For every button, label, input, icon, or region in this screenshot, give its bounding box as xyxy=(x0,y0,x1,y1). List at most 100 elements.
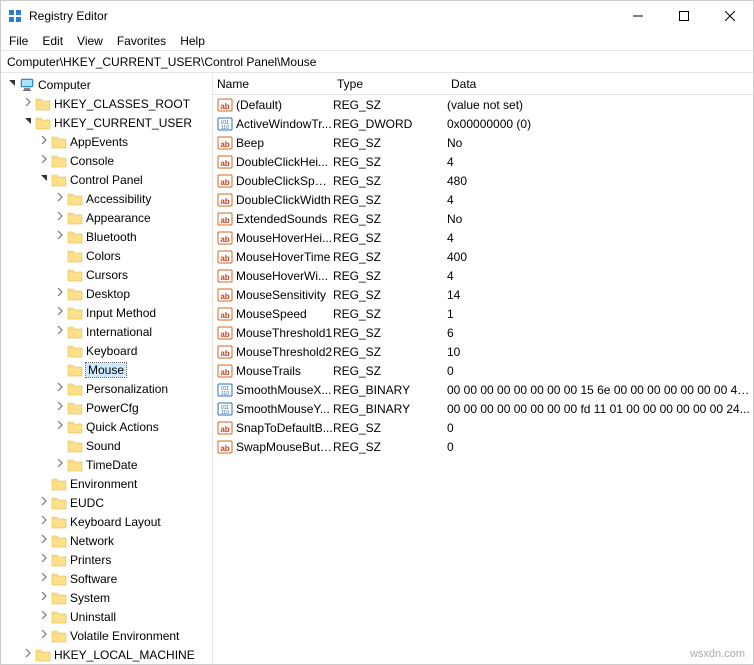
menu-view[interactable]: View xyxy=(77,34,103,48)
tree-item-computer[interactable]: Computer xyxy=(1,75,212,94)
value-row[interactable]: ActiveWindowTr...REG_DWORD0x00000000 (0) xyxy=(213,114,753,133)
expand-icon[interactable] xyxy=(53,212,67,223)
value-row[interactable]: SmoothMouseY...REG_BINARY00 00 00 00 00 … xyxy=(213,399,753,418)
value-row[interactable]: MouseThreshold1REG_SZ6 xyxy=(213,323,753,342)
tree-item-desktop[interactable]: Desktop xyxy=(1,284,212,303)
expand-icon[interactable] xyxy=(37,535,51,546)
value-row[interactable]: MouseHoverHei...REG_SZ4 xyxy=(213,228,753,247)
value-row[interactable]: MouseSpeedREG_SZ1 xyxy=(213,304,753,323)
expand-icon[interactable] xyxy=(53,193,67,204)
tree-item-mouse[interactable]: Mouse xyxy=(1,360,212,379)
list-header[interactable]: Name Type Data xyxy=(213,73,753,95)
tree-item-colors[interactable]: Colors xyxy=(1,246,212,265)
string-value-icon xyxy=(217,268,233,284)
value-row[interactable]: MouseHoverTimeREG_SZ400 xyxy=(213,247,753,266)
value-row[interactable]: SnapToDefaultB...REG_SZ0 xyxy=(213,418,753,437)
column-name[interactable]: Name xyxy=(213,77,333,91)
tree-item-hkey-current-user[interactable]: HKEY_CURRENT_USER xyxy=(1,113,212,132)
expand-icon[interactable] xyxy=(37,136,51,147)
tree-item-hkey-local-machine[interactable]: HKEY_LOCAL_MACHINE xyxy=(1,645,212,664)
value-type: REG_SZ xyxy=(333,288,447,302)
value-row[interactable]: SwapMouseButt...REG_SZ0 xyxy=(213,437,753,456)
collapse-icon[interactable] xyxy=(21,117,35,128)
value-row[interactable]: DoubleClickWidthREG_SZ4 xyxy=(213,190,753,209)
value-type: REG_SZ xyxy=(333,440,447,454)
tree-item-eudc[interactable]: EUDC xyxy=(1,493,212,512)
close-button[interactable] xyxy=(707,1,753,31)
expand-icon[interactable] xyxy=(21,649,35,660)
value-row[interactable]: MouseSensitivityREG_SZ14 xyxy=(213,285,753,304)
value-row[interactable]: MouseTrailsREG_SZ0 xyxy=(213,361,753,380)
expand-icon[interactable] xyxy=(53,231,67,242)
maximize-button[interactable] xyxy=(661,1,707,31)
tree-item-system[interactable]: System xyxy=(1,588,212,607)
tree-item-quick-actions[interactable]: Quick Actions xyxy=(1,417,212,436)
tree-item-volatile-environment[interactable]: Volatile Environment xyxy=(1,626,212,645)
tree-item-console[interactable]: Console xyxy=(1,151,212,170)
tree-item-input-method[interactable]: Input Method xyxy=(1,303,212,322)
tree-item-keyboard-layout[interactable]: Keyboard Layout xyxy=(1,512,212,531)
string-value-icon xyxy=(217,173,233,189)
menu-favorites[interactable]: Favorites xyxy=(117,34,166,48)
value-row[interactable]: ExtendedSoundsREG_SZNo xyxy=(213,209,753,228)
value-row[interactable]: DoubleClickHei...REG_SZ4 xyxy=(213,152,753,171)
expand-icon[interactable] xyxy=(53,383,67,394)
value-row[interactable]: DoubleClickSpeedREG_SZ480 xyxy=(213,171,753,190)
list-pane[interactable]: Name Type Data (Default)REG_SZ(value not… xyxy=(213,73,753,664)
tree-item-keyboard[interactable]: Keyboard xyxy=(1,341,212,360)
value-row[interactable]: BeepREG_SZNo xyxy=(213,133,753,152)
tree-item-sound[interactable]: Sound xyxy=(1,436,212,455)
expand-icon[interactable] xyxy=(37,573,51,584)
expand-icon[interactable] xyxy=(37,611,51,622)
column-type[interactable]: Type xyxy=(333,77,447,91)
value-row[interactable]: MouseHoverWi...REG_SZ4 xyxy=(213,266,753,285)
expand-icon[interactable] xyxy=(53,307,67,318)
minimize-button[interactable] xyxy=(615,1,661,31)
tree-item-environment[interactable]: Environment xyxy=(1,474,212,493)
tree-item-powercfg[interactable]: PowerCfg xyxy=(1,398,212,417)
tree-item-printers[interactable]: Printers xyxy=(1,550,212,569)
tree-item-appearance[interactable]: Appearance xyxy=(1,208,212,227)
binary-value-icon xyxy=(217,116,233,132)
expand-icon[interactable] xyxy=(37,592,51,603)
tree-label: EUDC xyxy=(70,496,104,510)
expand-icon[interactable] xyxy=(21,98,35,109)
menu-file[interactable]: File xyxy=(9,34,28,48)
value-row[interactable]: SmoothMouseX...REG_BINARY00 00 00 00 00 … xyxy=(213,380,753,399)
expand-icon[interactable] xyxy=(53,288,67,299)
menu-help[interactable]: Help xyxy=(180,34,205,48)
tree-item-cursors[interactable]: Cursors xyxy=(1,265,212,284)
value-row[interactable]: (Default)REG_SZ(value not set) xyxy=(213,95,753,114)
tree-item-bluetooth[interactable]: Bluetooth xyxy=(1,227,212,246)
tree-item-personalization[interactable]: Personalization xyxy=(1,379,212,398)
value-type: REG_SZ xyxy=(333,174,447,188)
tree-item-network[interactable]: Network xyxy=(1,531,212,550)
tree-item-timedate[interactable]: TimeDate xyxy=(1,455,212,474)
collapse-icon[interactable] xyxy=(37,174,51,185)
tree-item-software[interactable]: Software xyxy=(1,569,212,588)
expand-icon[interactable] xyxy=(53,402,67,413)
expand-icon[interactable] xyxy=(37,630,51,641)
menu-edit[interactable]: Edit xyxy=(42,34,63,48)
collapse-icon[interactable] xyxy=(5,79,19,90)
tree-item-hkey-classes-root[interactable]: HKEY_CLASSES_ROOT xyxy=(1,94,212,113)
expand-icon[interactable] xyxy=(37,497,51,508)
tree-item-appevents[interactable]: AppEvents xyxy=(1,132,212,151)
tree-label: Cursors xyxy=(86,268,128,282)
expand-icon[interactable] xyxy=(37,155,51,166)
tree-pane[interactable]: ComputerHKEY_CLASSES_ROOTHKEY_CURRENT_US… xyxy=(1,73,213,664)
expand-icon[interactable] xyxy=(53,459,67,470)
titlebar[interactable]: Registry Editor xyxy=(1,1,753,31)
tree-item-accessibility[interactable]: Accessibility xyxy=(1,189,212,208)
expand-icon[interactable] xyxy=(37,554,51,565)
expand-icon[interactable] xyxy=(37,516,51,527)
value-type: REG_SZ xyxy=(333,136,447,150)
expand-icon[interactable] xyxy=(53,326,67,337)
tree-item-international[interactable]: International xyxy=(1,322,212,341)
tree-item-uninstall[interactable]: Uninstall xyxy=(1,607,212,626)
value-row[interactable]: MouseThreshold2REG_SZ10 xyxy=(213,342,753,361)
expand-icon[interactable] xyxy=(53,421,67,432)
tree-item-control-panel[interactable]: Control Panel xyxy=(1,170,212,189)
address-bar[interactable]: Computer\HKEY_CURRENT_USER\Control Panel… xyxy=(1,51,753,73)
column-data[interactable]: Data xyxy=(447,77,753,91)
